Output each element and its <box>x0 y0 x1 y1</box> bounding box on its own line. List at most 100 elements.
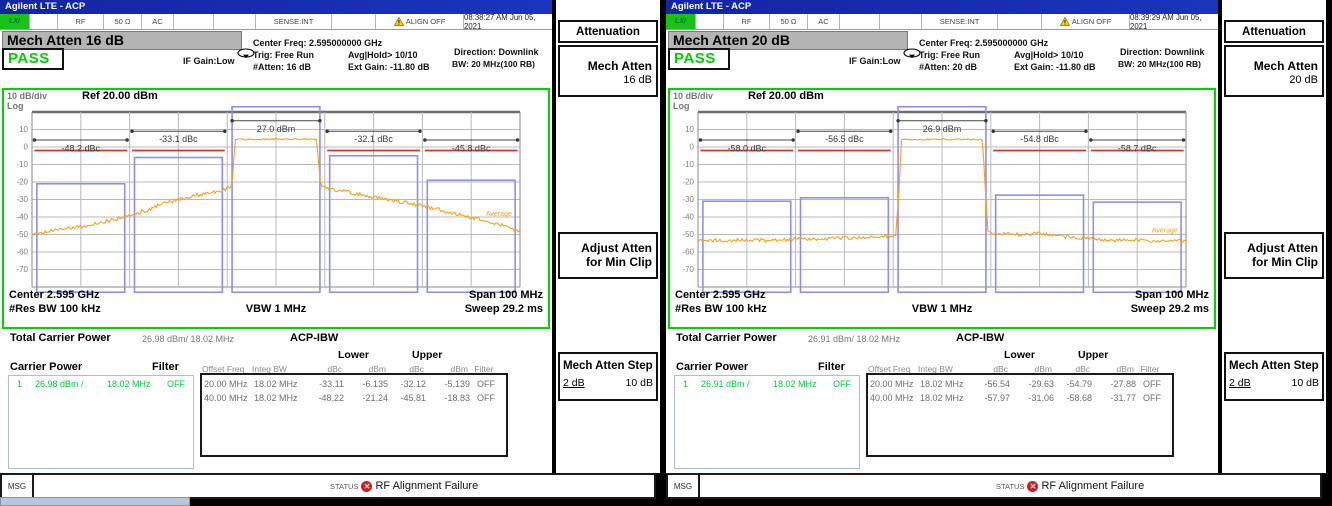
direction-label: Direction: Downlink <box>454 47 539 57</box>
svg-text:-10: -10 <box>682 160 694 169</box>
status-strip: LXI RF 50 Ω AC SENSE:INT ! ALIGN OFF 08:… <box>666 14 1218 30</box>
carrier-list: 1 26.98 dBm / 18.02 MHz OFF <box>8 375 194 469</box>
offset-cell: 20.00 MHz <box>204 379 254 389</box>
step-option-2db[interactable]: 2 dB <box>1229 377 1251 389</box>
spectrum-display: 100-10-20-30-40-50-60-70-48.2 dBc-33.1 d… <box>2 88 550 329</box>
atten-label: #Atten: 16 dB <box>253 62 311 72</box>
svg-text:-48.2 dBc: -48.2 dBc <box>62 143 101 153</box>
offset-row: 40.00 MHz18.02 MHz-57.97-31.06-58.68-31.… <box>868 391 1172 405</box>
adjust-atten-line2: for Min Clip <box>1226 255 1318 269</box>
rf-indicator: RF <box>58 14 104 29</box>
error-icon: ✕ <box>361 481 372 492</box>
svg-text:-56.5 dBc: -56.5 dBc <box>825 134 864 144</box>
svg-text:-30: -30 <box>16 195 28 204</box>
adjust-atten-button[interactable]: Adjust Atten for Min Clip <box>558 232 658 279</box>
adjust-atten-button[interactable]: Adjust Atten for Min Clip <box>1224 232 1324 279</box>
bw-label: BW: 20 MHz(100 RB) <box>1118 59 1201 69</box>
filter-header: Filter <box>152 361 179 373</box>
svg-text:Average: Average <box>1152 227 1178 234</box>
offset-cell: 20.00 MHz <box>870 379 920 389</box>
offset-cell: -6.135 <box>344 379 388 389</box>
svg-text:!: ! <box>1064 20 1066 26</box>
analyzer-panel: Agilent LTE - ACP LXI RF 50 Ω AC SENSE:I… <box>0 0 666 506</box>
offset-cell: 18.02 MHz <box>254 379 306 389</box>
status-message: RF Alignment Failure <box>375 480 478 492</box>
resbw-annotation: #Res BW 100 kHz <box>675 303 912 315</box>
span-annotation: Span 100 MHz <box>1135 289 1209 301</box>
avg-hold-label: Avg|Hold> 10/10 <box>348 50 417 60</box>
svg-text:26.9 dBm: 26.9 dBm <box>923 124 962 134</box>
analyzer-panel: Agilent LTE - ACP LXI RF 50 Ω AC SENSE:I… <box>666 0 1332 506</box>
svg-text:-70: -70 <box>16 265 28 274</box>
status-cell <box>30 14 58 29</box>
offset-cell: -54.79 <box>1054 379 1092 389</box>
offset-cell: 40.00 MHz <box>870 393 920 403</box>
mech-atten-step-button[interactable]: Mech Atten Step 2 dB 10 dB <box>558 352 658 401</box>
mech-atten-button[interactable]: Mech Atten 16 dB <box>558 45 658 97</box>
svg-text:-40: -40 <box>682 213 694 222</box>
ext-gain-label: Ext Gain: -11.80 dB <box>348 62 430 72</box>
svg-text:10: 10 <box>685 125 694 134</box>
lxi-indicator: LXI <box>666 14 696 29</box>
if-gain-label: IF Gain:Low <box>183 56 235 66</box>
offset-cell: -31.77 <box>1092 393 1136 403</box>
mech-atten-step-label: Mech Atten Step <box>563 360 653 372</box>
step-option-10db[interactable]: 10 dB <box>1292 377 1319 389</box>
svg-text:-20: -20 <box>16 178 28 187</box>
mech-atten-button[interactable]: Mech Atten 20 dB <box>1224 45 1324 97</box>
ref-level-label: Ref 20.00 dBm <box>748 90 824 102</box>
status-strip: LXI RF 50 Ω AC SENSE:INT ! ALIGN OFF 08:… <box>0 14 552 30</box>
sweep-annotation: Sweep 29.2 ms <box>306 303 543 315</box>
vbw-annotation: VBW 1 MHz <box>246 303 307 315</box>
bw-annotations: #Res BW 100 kHz VBW 1 MHz Sweep 29.2 ms <box>4 303 548 315</box>
lower-column-header: Lower <box>1004 349 1035 361</box>
acp-ibw-label: ACP-IBW <box>290 332 338 344</box>
carrier-row: 1 26.98 dBm / 18.02 MHz OFF <box>9 376 193 389</box>
status-cell <box>332 14 376 29</box>
offset-cell: -21.24 <box>344 393 388 403</box>
upper-column-header: Upper <box>1078 349 1108 361</box>
lxi-indicator: LXI <box>0 14 30 29</box>
offset-cell: 40.00 MHz <box>204 393 254 403</box>
impedance-indicator: 50 Ω <box>770 14 808 29</box>
bw-annotations: #Res BW 100 kHz VBW 1 MHz Sweep 29.2 ms <box>670 303 1214 315</box>
status-cell <box>998 14 1042 29</box>
offset-cell: -45.81 <box>388 393 426 403</box>
status-cell <box>840 14 880 29</box>
vbw-annotation: VBW 1 MHz <box>912 303 973 315</box>
pass-indicator: PASS <box>668 48 730 70</box>
span-annotation: Span 100 MHz <box>469 289 543 301</box>
center-freq-label: Center Freq: 2.595000000 GHz <box>919 38 1048 48</box>
offset-cell: -27.88 <box>1092 379 1136 389</box>
ext-gain-label: Ext Gain: -11.80 dB <box>1014 62 1096 72</box>
align-off-indicator: ! ALIGN OFF <box>1042 14 1130 29</box>
status-cell <box>696 14 724 29</box>
trigger-label: Trig: Free Run <box>253 50 314 60</box>
offset-table: 20.00 MHz18.02 MHz-33.11-6.135-32.12-5.1… <box>200 373 508 457</box>
message-bar: MSG STATUS ✕ RF Alignment Failure <box>0 473 656 499</box>
atten-label: #Atten: 20 dB <box>919 62 977 72</box>
status-label: STATUS <box>330 482 358 491</box>
offset-cell: -48.22 <box>306 393 344 403</box>
svg-text:-45.8 dBc: -45.8 dBc <box>452 143 491 153</box>
direction-label: Direction: Downlink <box>1120 47 1205 57</box>
msg-label: MSG <box>2 475 34 497</box>
offset-cell: 18.02 MHz <box>254 393 306 403</box>
mech-atten-button-value: 20 dB <box>1226 74 1318 86</box>
mech-atten-step-button[interactable]: Mech Atten Step 2 dB 10 dB <box>1224 352 1324 401</box>
mech-atten-button-value: 16 dB <box>560 74 652 86</box>
sidebar-menu-title: Attenuation <box>558 20 658 43</box>
rf-indicator: RF <box>724 14 770 29</box>
step-option-10db[interactable]: 10 dB <box>626 377 653 389</box>
offset-cell: 18.02 MHz <box>920 393 972 403</box>
trigger-label: Trig: Free Run <box>919 50 980 60</box>
acp-ibw-label: ACP-IBW <box>956 332 1004 344</box>
offset-cell: OFF <box>1136 379 1168 389</box>
adjust-atten-line1: Adjust Atten <box>560 241 652 255</box>
filter-header: Filter <box>818 361 845 373</box>
impedance-indicator: 50 Ω <box>104 14 142 29</box>
scale-label: 10 dB/div <box>673 91 713 101</box>
status-cell <box>214 14 256 29</box>
msg-label: MSG <box>668 475 700 497</box>
step-option-2db[interactable]: 2 dB <box>563 377 585 389</box>
